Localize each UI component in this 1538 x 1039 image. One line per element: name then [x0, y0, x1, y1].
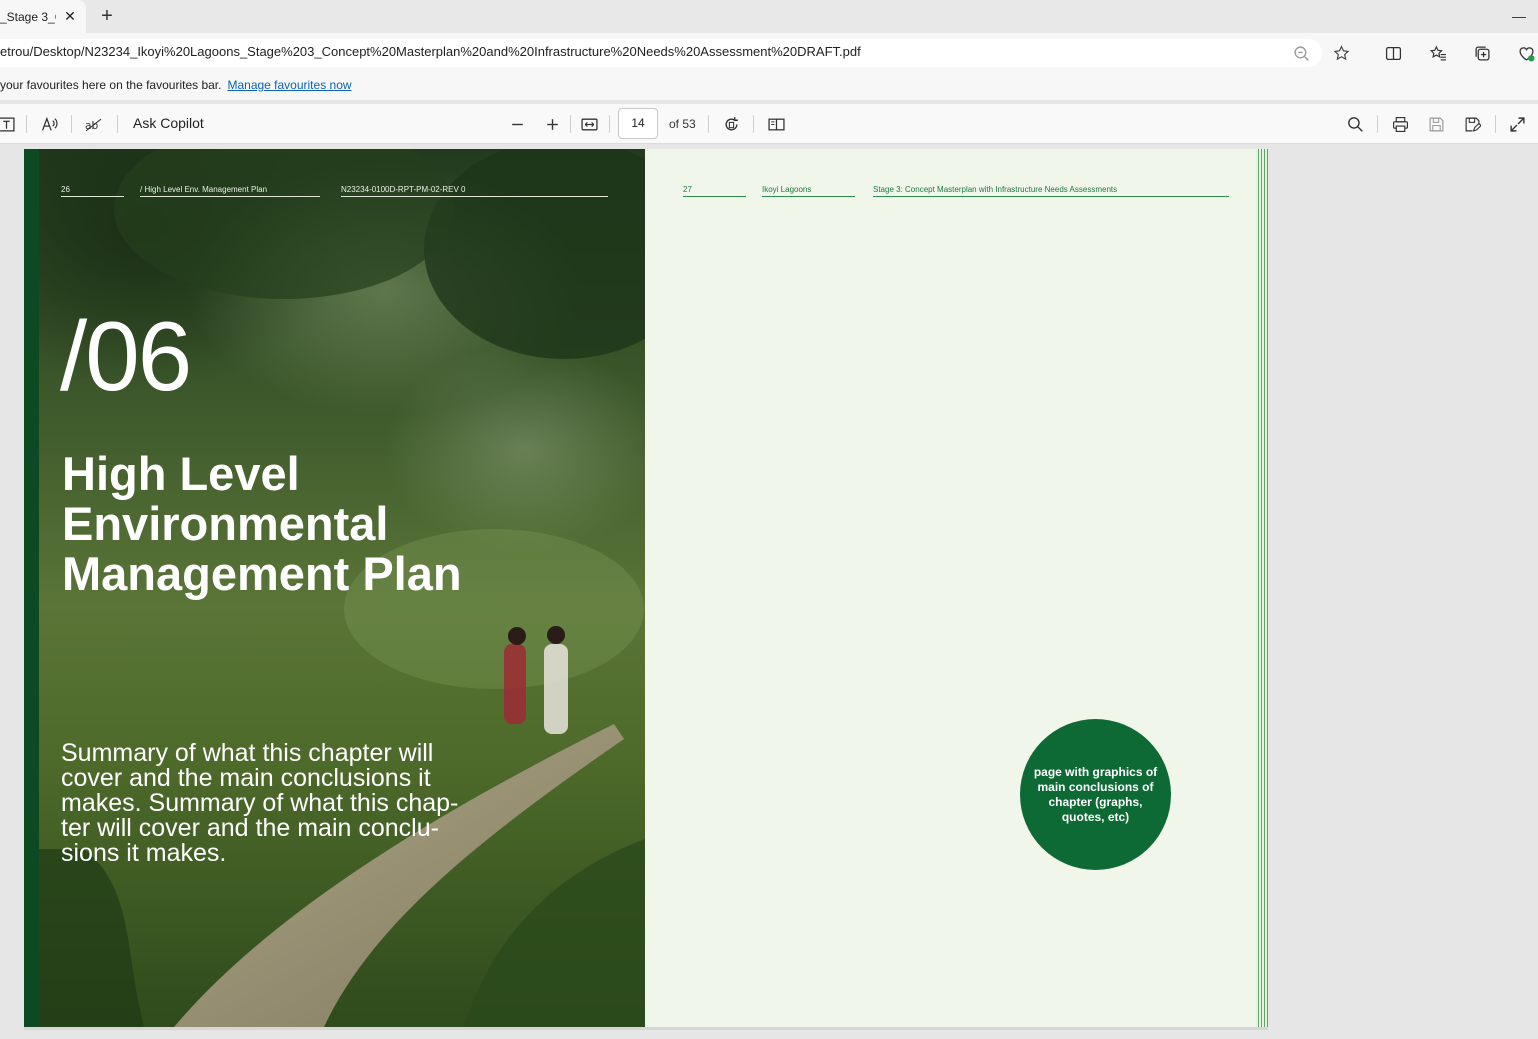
- tab-title: _Stage 3_C: [0, 9, 56, 24]
- pdf-page-right: 27 Ikoyi Lagoons Stage 3: Concept Master…: [645, 149, 1256, 1027]
- zoom-out-icon[interactable]: [507, 114, 527, 134]
- tab-strip: _Stage 3_C ✕ + —: [0, 0, 1538, 33]
- translate-icon[interactable]: ab: [83, 114, 103, 134]
- text-icon[interactable]: [0, 114, 16, 134]
- page-edge-lines: [1256, 149, 1268, 1027]
- toolbar-divider: [1495, 115, 1496, 133]
- fullscreen-icon[interactable]: [1507, 114, 1527, 134]
- favourites-bar-text: your favourites here on the favourites b…: [0, 78, 222, 92]
- page-number-input[interactable]: 14: [618, 108, 658, 139]
- left-page-section: / High Level Env. Management Plan: [140, 185, 320, 197]
- address-input[interactable]: etrou/Desktop/N23234_Ikoyi%20Lagoons_Sta…: [0, 39, 1322, 67]
- toolbar-divider: [26, 115, 27, 133]
- chapter-number: /06: [60, 301, 192, 411]
- right-page-project: Ikoyi Lagoons: [762, 185, 855, 197]
- toolbar-divider: [1377, 115, 1378, 133]
- save-as-icon[interactable]: [1462, 114, 1482, 134]
- zoom-in-icon[interactable]: [542, 114, 562, 134]
- minimize-button[interactable]: —: [1511, 8, 1527, 24]
- pdf-toolbar: ab Ask Copilot 14 of 53: [0, 104, 1538, 144]
- favourites-bar: your favourites here on the favourites b…: [0, 71, 1538, 100]
- left-page-doc-ref: N23234-0100D-RPT-PM-02-REV 0: [341, 185, 608, 197]
- toolbar-divider: [609, 115, 610, 133]
- page-view-icon[interactable]: [766, 114, 786, 134]
- fit-to-width-icon[interactable]: [579, 114, 599, 134]
- conclusions-placeholder-circle: page with graphics of main conclusions o…: [1020, 719, 1171, 870]
- pdf-page-left: 26 / High Level Env. Management Plan N23…: [24, 149, 645, 1027]
- left-page-number: 26: [61, 185, 124, 197]
- url-text: etrou/Desktop/N23234_Ikoyi%20Lagoons_Sta…: [0, 44, 861, 59]
- search-icon[interactable]: [1345, 114, 1365, 134]
- browser-essentials-icon[interactable]: [1515, 42, 1537, 64]
- page-count: of 53: [669, 117, 696, 131]
- favourites-icon[interactable]: [1427, 42, 1449, 64]
- read-aloud-icon[interactable]: [39, 114, 59, 134]
- save-icon[interactable]: [1426, 114, 1446, 134]
- page-accent-stripe: [24, 149, 39, 1027]
- browser-tab[interactable]: _Stage 3_C ✕: [0, 0, 86, 33]
- rotate-icon[interactable]: [721, 114, 741, 134]
- zoom-out-icon[interactable]: [1290, 42, 1312, 64]
- manage-favourites-link[interactable]: Manage favourites now: [227, 78, 351, 92]
- print-icon[interactable]: [1390, 114, 1410, 134]
- toolbar-divider: [708, 115, 709, 133]
- favorite-star-icon[interactable]: [1330, 42, 1352, 64]
- chapter-summary: Summary of what this chapter will cover …: [61, 739, 459, 867]
- toolbar-divider: [71, 115, 72, 133]
- address-bar-row: etrou/Desktop/N23234_Ikoyi%20Lagoons_Sta…: [0, 33, 1538, 71]
- chapter-title: High Level Environmental Management Plan: [62, 447, 462, 600]
- ask-copilot-button[interactable]: Ask Copilot: [133, 115, 204, 131]
- right-page-number: 27: [683, 185, 746, 197]
- toolbar-divider: [117, 115, 118, 133]
- toolbar-divider: [753, 115, 754, 133]
- collections-icon[interactable]: [1471, 42, 1493, 64]
- new-tab-button[interactable]: +: [96, 6, 118, 28]
- toolbar-divider: [570, 115, 571, 133]
- split-screen-icon[interactable]: [1382, 42, 1404, 64]
- document-shadow: [24, 1027, 1268, 1030]
- close-tab-icon[interactable]: ✕: [62, 8, 78, 24]
- right-page-stage: Stage 3: Concept Masterplan with Infrast…: [873, 185, 1229, 197]
